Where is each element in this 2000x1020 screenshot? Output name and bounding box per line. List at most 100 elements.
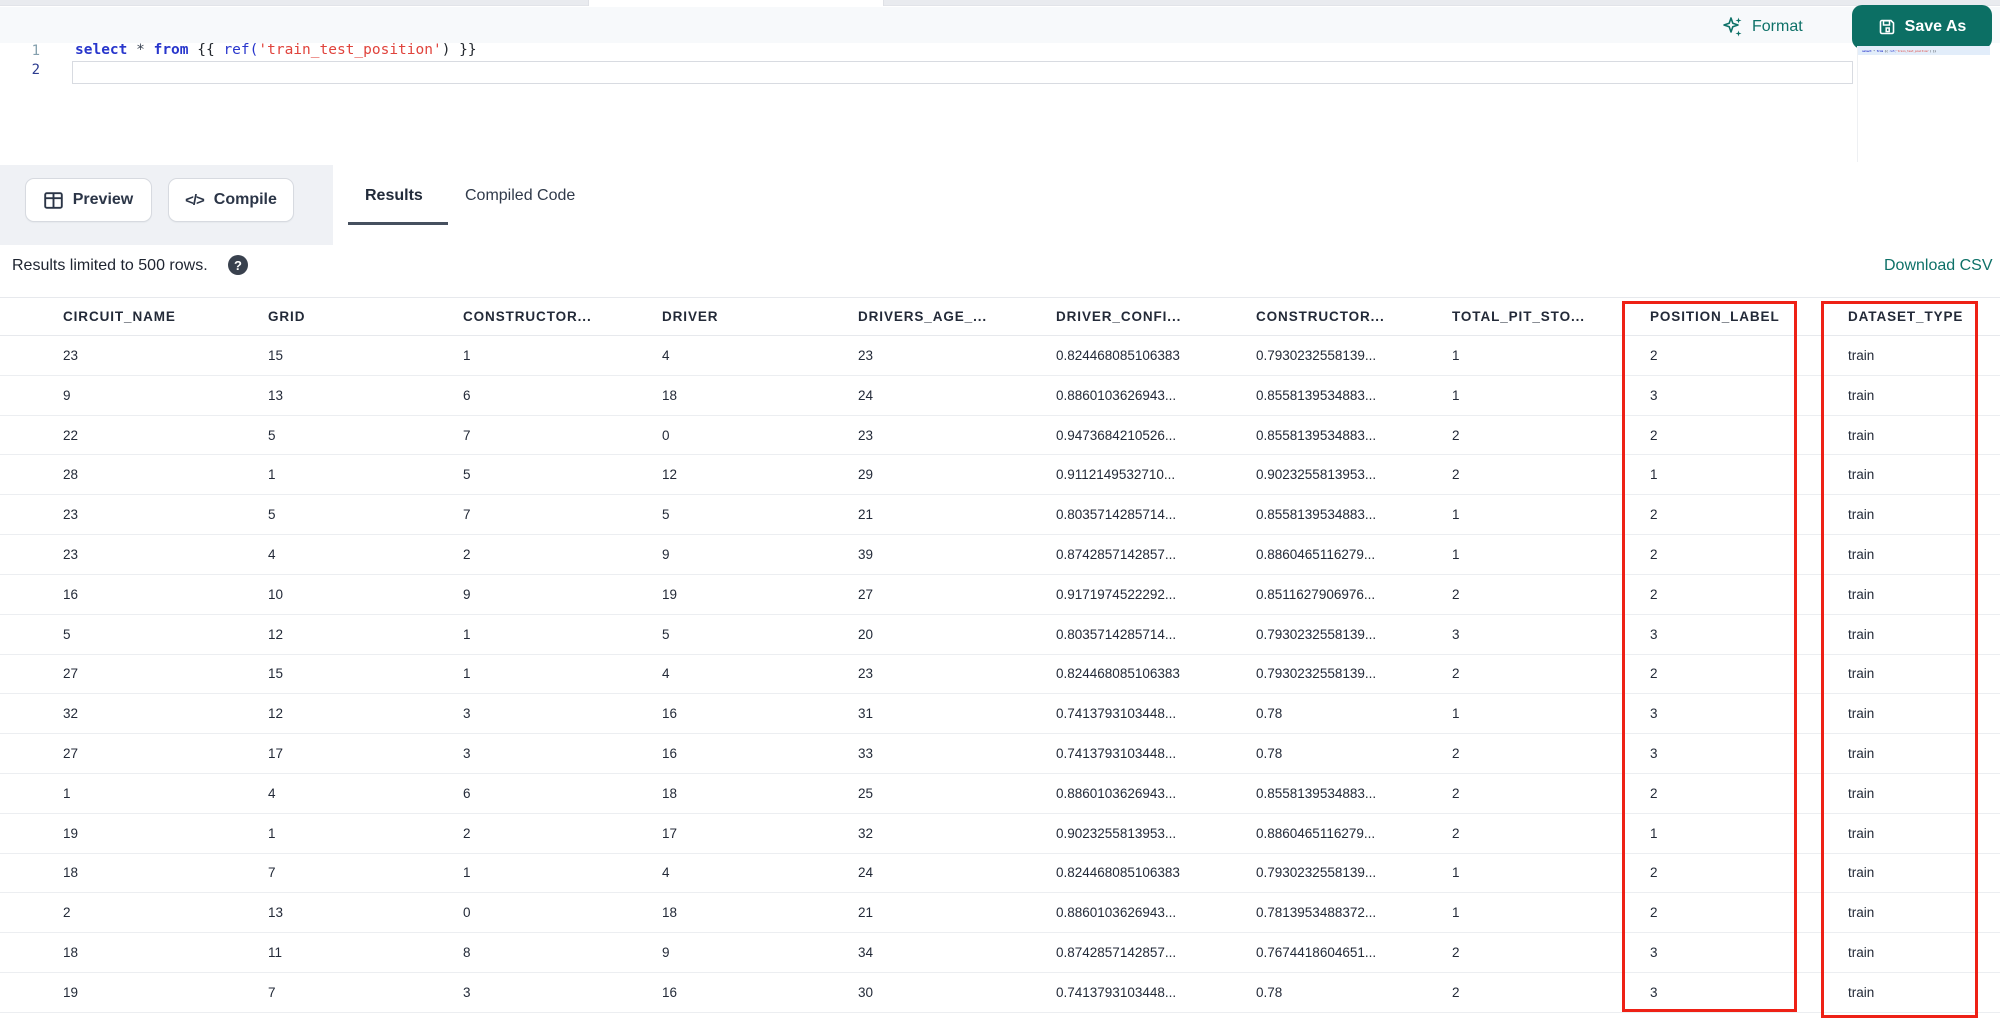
table-cell: 5 (63, 626, 71, 642)
table-cell: 2 (1650, 427, 1658, 443)
table-cell: 23 (858, 347, 874, 363)
table-cell: 1 (1452, 905, 1460, 921)
column-header[interactable]: CONSTRUCTOR... (463, 309, 662, 324)
download-csv-link[interactable]: Download CSV (1884, 257, 1993, 275)
table-cell: 4 (662, 347, 670, 363)
table-row: 19 7 3 16 30 0.7413793103448... 0.78 2 3 train (0, 973, 2000, 1013)
code-line-1[interactable]: select * from {{ ref('train_test_positio… (75, 42, 477, 58)
table-cell: 21 (858, 905, 874, 921)
table-cell: 2 (1452, 984, 1460, 1000)
column-header[interactable]: GRID (268, 309, 463, 324)
table-cell: 2 (1452, 825, 1460, 841)
table-cell: 0.8558139534883... (1256, 387, 1377, 403)
table-cell: 8 (463, 945, 471, 961)
compile-button[interactable]: </> Compile (168, 178, 294, 222)
table-cell: 0.9112149532710... (1056, 467, 1176, 483)
table-cell: 10 (268, 586, 284, 602)
table-cell: 24 (858, 387, 874, 403)
table-cell: 1 (268, 825, 276, 841)
table-cell: train (1848, 984, 1875, 1000)
column-header[interactable]: CONSTRUCTOR... (1256, 309, 1452, 324)
table-cell: 2 (1650, 666, 1658, 682)
table-cell: 3 (1650, 626, 1658, 642)
table-row: 2 13 0 18 21 0.8860103626943... 0.781395348837… (0, 893, 2000, 934)
table-cell: 5 (268, 427, 276, 443)
column-header[interactable]: DRIVER (662, 309, 858, 324)
table-cell: 0.8511627906976... (1256, 586, 1376, 602)
table-cell: 16 (662, 746, 678, 762)
results-header-row: CIRCUIT_NAME GRID CONSTRUCTOR... DRIVER DRIV… (0, 298, 2000, 336)
table-cell: 2 (1452, 427, 1460, 443)
top-tab-strip (0, 0, 2000, 6)
tab-results[interactable]: Results (365, 187, 423, 205)
table-cell: 5 (662, 507, 670, 523)
table-cell: 1 (463, 666, 471, 682)
column-header[interactable]: DATASET_TYPE (1848, 309, 1977, 324)
table-cell: train (1848, 666, 1875, 682)
column-header[interactable]: POSITION_LABEL (1650, 309, 1848, 324)
line-number-1: 1 (31, 43, 40, 59)
table-cell: 3 (463, 746, 471, 762)
table-cell: 0.7413793103448... (1056, 706, 1177, 722)
editor-minimap[interactable]: select * from {{ ref('train_test_positio… (1857, 46, 1990, 162)
table-cell: 0.9023255813953... (1256, 467, 1377, 483)
table-cell: 2 (1650, 507, 1658, 523)
table-cell: 31 (858, 706, 874, 722)
table-cell: 0.78 (1256, 746, 1283, 762)
table-cell: 9 (463, 586, 471, 602)
table-row: 27 17 3 16 33 0.7413793103448... 0.78 2 3 train (0, 734, 2000, 774)
table-cell: 2 (1650, 546, 1658, 562)
table-cell: 23 (63, 347, 79, 363)
table-cell: 9 (662, 546, 670, 562)
table-cell: 0.8860465116279... (1256, 546, 1376, 562)
code-brackets-icon: </> (185, 191, 205, 209)
table-cell: train (1848, 785, 1875, 801)
table-cell: 16 (662, 706, 678, 722)
table-row: 19 1 2 17 32 0.9023255813953... 0.886046511627… (0, 814, 2000, 854)
table-cell: 0.824468085106383 (1056, 865, 1180, 881)
tab-compiled-code[interactable]: Compiled Code (465, 187, 575, 205)
table-cell: 2 (1452, 945, 1460, 961)
active-file-tab[interactable] (588, 0, 884, 6)
column-header[interactable]: CIRCUIT_NAME (63, 309, 268, 324)
help-icon[interactable]: ? (228, 255, 248, 275)
table-cell: 7 (463, 427, 471, 443)
table-cell: 19 (63, 825, 79, 841)
table-cell: 25 (858, 785, 874, 801)
table-row: 16 10 9 19 27 0.9171974522292... 0.85116279069… (0, 575, 2000, 615)
table-cell: train (1848, 427, 1875, 443)
table-cell: 7 (268, 984, 276, 1000)
table-cell: 5 (268, 507, 276, 523)
table-cell: 4 (268, 785, 276, 801)
action-bar: Preview </> Compile Results Compiled Cod… (0, 165, 2000, 245)
table-cell: 3 (1650, 984, 1658, 1000)
preview-button[interactable]: Preview (25, 178, 152, 222)
row-limit-note: Results limited to 500 rows. (12, 257, 208, 274)
table-cell: 6 (463, 785, 471, 801)
table-cell: 12 (268, 626, 284, 642)
compile-label: Compile (213, 191, 277, 208)
table-cell: 32 (858, 825, 874, 841)
table-cell: 0.7930232558139... (1256, 666, 1377, 682)
format-label: Format (1752, 18, 1803, 35)
table-cell: 12 (662, 467, 678, 483)
table-cell: 1 (1452, 865, 1460, 881)
table-cell: 32 (63, 706, 79, 722)
table-cell: 27 (63, 666, 79, 682)
table-cell: 0.824468085106383 (1056, 347, 1180, 363)
column-header[interactable]: DRIVER_CONFI... (1056, 309, 1256, 324)
table-cell: 12 (268, 706, 284, 722)
table-cell: 1 (1452, 546, 1460, 562)
table-cell: 0.9023255813953... (1056, 825, 1177, 841)
column-header[interactable]: TOTAL_PIT_STO... (1452, 309, 1650, 324)
table-cell: 0.8860465116279... (1256, 825, 1376, 841)
save-as-button[interactable]: Save As (1852, 5, 1992, 49)
format-button[interactable]: Format (1722, 12, 1803, 42)
table-cell: 1 (463, 347, 471, 363)
table-cell: 23 (63, 507, 79, 523)
table-cell: 1 (1452, 347, 1460, 363)
table-cell: 0.8035714285714... (1056, 507, 1177, 523)
column-header[interactable]: DRIVERS_AGE_... (858, 309, 1056, 324)
table-cell: 2 (1452, 746, 1460, 762)
table-cell: 0.7813953488372... (1256, 905, 1377, 921)
